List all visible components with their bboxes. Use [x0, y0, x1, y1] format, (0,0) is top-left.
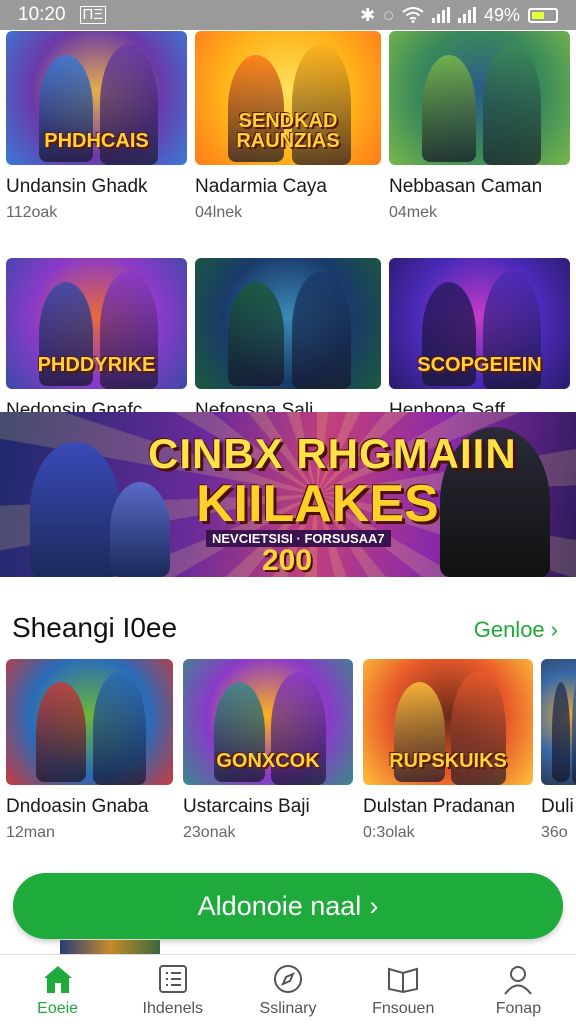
- nav-item-profile[interactable]: Fonap: [461, 955, 576, 1024]
- partial-thumbnail: [60, 940, 160, 954]
- game-title: Dulstan Pradanan: [363, 796, 516, 817]
- game-meta: 12man: [6, 824, 55, 841]
- nav-item-library[interactable]: Fnsouen: [346, 955, 461, 1024]
- status-bar: 10:20 ΠΞ ✱ ◌ 49%: [0, 0, 576, 30]
- thumbnail-title: GONXCOK: [216, 750, 320, 772]
- wifi-icon: [402, 7, 424, 23]
- thumbnail-title: RUPSKUIKS: [389, 750, 507, 772]
- game-card[interactable]: SCOPGEIEIN Henhopa Saff: [389, 258, 570, 422]
- game-thumbnail[interactable]: PHDHCAIS: [6, 31, 187, 165]
- chevron-right-icon: ›: [369, 890, 379, 921]
- list-icon: [156, 962, 190, 996]
- banner-hero-left-2: [110, 482, 170, 577]
- game-card[interactable]: Dndoasin Gnaba 12man: [6, 659, 173, 842]
- game-thumbnail[interactable]: [389, 31, 570, 165]
- thumbnail-title: SCOPGEIEIN: [417, 354, 542, 376]
- bottom-nav: Eoeie Ihdenels Sslinary Fnsouen Fonap: [0, 954, 576, 1024]
- game-thumbnail[interactable]: [6, 659, 173, 785]
- game-card[interactable]: Nefonspa Sali: [195, 258, 381, 422]
- alarm-icon: ◌: [383, 4, 394, 25]
- game-meta: 04mek: [389, 204, 438, 221]
- chevron-right-icon: ›: [550, 617, 558, 642]
- nav-label: Sslinary: [259, 999, 317, 1017]
- game-meta: 36o: [541, 824, 568, 841]
- banner-title-2: KIILAKES: [196, 475, 439, 533]
- character-art: [291, 271, 352, 389]
- character-art: [551, 681, 570, 783]
- promo-banner[interactable]: CINBX RHGMAIIN KIILAKES NEVCIETSISI · FO…: [0, 412, 576, 577]
- nav-label: Fnsouen: [372, 999, 435, 1017]
- game-card[interactable]: PHDHCAIS Undansin Ghadk 112oak: [6, 31, 187, 222]
- game-thumbnail[interactable]: GONXCOK: [183, 659, 353, 785]
- game-card[interactable]: Duli 36o: [541, 659, 576, 842]
- game-thumbnail[interactable]: [195, 258, 381, 389]
- game-card[interactable]: RUPSKUIKS Dulstan Pradanan 0:3olak: [363, 659, 533, 842]
- battery-text: 49%: [483, 4, 520, 25]
- game-thumbnail[interactable]: [541, 659, 576, 785]
- nav-label: Eoeie: [37, 999, 79, 1017]
- game-title: Ustarcains Baji: [183, 796, 310, 817]
- compass-icon: [271, 962, 305, 996]
- signal-icon-2: [457, 7, 476, 23]
- banner-title: CINBX RHGMAIIN: [148, 430, 517, 477]
- primary-cta-button[interactable]: Aldonoie naal ›: [13, 873, 563, 939]
- notification-icon: ΠΞ: [79, 6, 107, 24]
- nav-item-explore[interactable]: Sslinary: [230, 955, 345, 1024]
- section-title: Sheangi I0ee: [12, 612, 178, 643]
- person-icon: [501, 962, 535, 996]
- thumbnail-title: SENDKAD RAUNZIAS: [236, 110, 340, 152]
- character-art: [421, 55, 476, 163]
- game-meta: 23onak: [183, 824, 236, 841]
- see-all-link[interactable]: Genloe ›: [474, 617, 558, 643]
- character-art: [36, 681, 87, 783]
- game-title: Dndoasin Gnaba: [6, 796, 149, 817]
- thumbnail-title: PHDDYRIKE: [37, 354, 156, 376]
- game-card[interactable]: GONXCOK Ustarcains Baji 23onak: [183, 659, 353, 842]
- game-title: Nadarmia Caya: [195, 176, 327, 197]
- banner-number: 200: [262, 544, 313, 577]
- game-thumbnail[interactable]: SENDKAD RAUNZIAS: [195, 31, 381, 165]
- game-title: Duli: [541, 796, 574, 817]
- cta-label: Aldonoie naal: [197, 890, 362, 921]
- character-art: [572, 671, 576, 785]
- see-all-label: Genloe: [473, 617, 545, 642]
- banner-hero-left: [30, 442, 120, 577]
- game-thumbnail[interactable]: RUPSKUIKS: [363, 659, 533, 785]
- game-title: Undansin Ghadk: [6, 176, 148, 197]
- nav-label: Fonap: [495, 999, 542, 1017]
- nav-item-list[interactable]: Ihdenels: [115, 955, 230, 1024]
- character-art: [228, 281, 285, 387]
- game-card[interactable]: SENDKAD RAUNZIAS Nadarmia Caya 04lnek: [195, 31, 381, 222]
- game-meta: 112oak: [6, 204, 58, 221]
- character-art: [483, 44, 542, 165]
- game-thumbnail[interactable]: PHDDYRIKE: [6, 258, 187, 389]
- game-thumbnail[interactable]: SCOPGEIEIN: [389, 258, 570, 389]
- nav-item-home[interactable]: Eoeie: [0, 955, 115, 1024]
- signal-icon: [431, 7, 450, 23]
- battery-icon: [528, 7, 558, 23]
- thumbnail-title: PHDHCAIS: [44, 130, 149, 152]
- game-meta: 0:3olak: [363, 824, 415, 841]
- home-icon: [41, 962, 75, 996]
- book-icon: [386, 962, 420, 996]
- character-art: [92, 671, 147, 785]
- game-card[interactable]: Nebbasan Caman 04mek: [389, 31, 570, 222]
- bluetooth-icon: ✱: [360, 4, 376, 25]
- status-time: 10:20: [18, 4, 66, 25]
- game-title: Nebbasan Caman: [389, 176, 543, 197]
- nav-label: Ihdenels: [142, 999, 204, 1017]
- game-card[interactable]: PHDDYRIKE Nedonsin Gnafc: [6, 258, 187, 422]
- game-meta: 04lnek: [195, 204, 243, 221]
